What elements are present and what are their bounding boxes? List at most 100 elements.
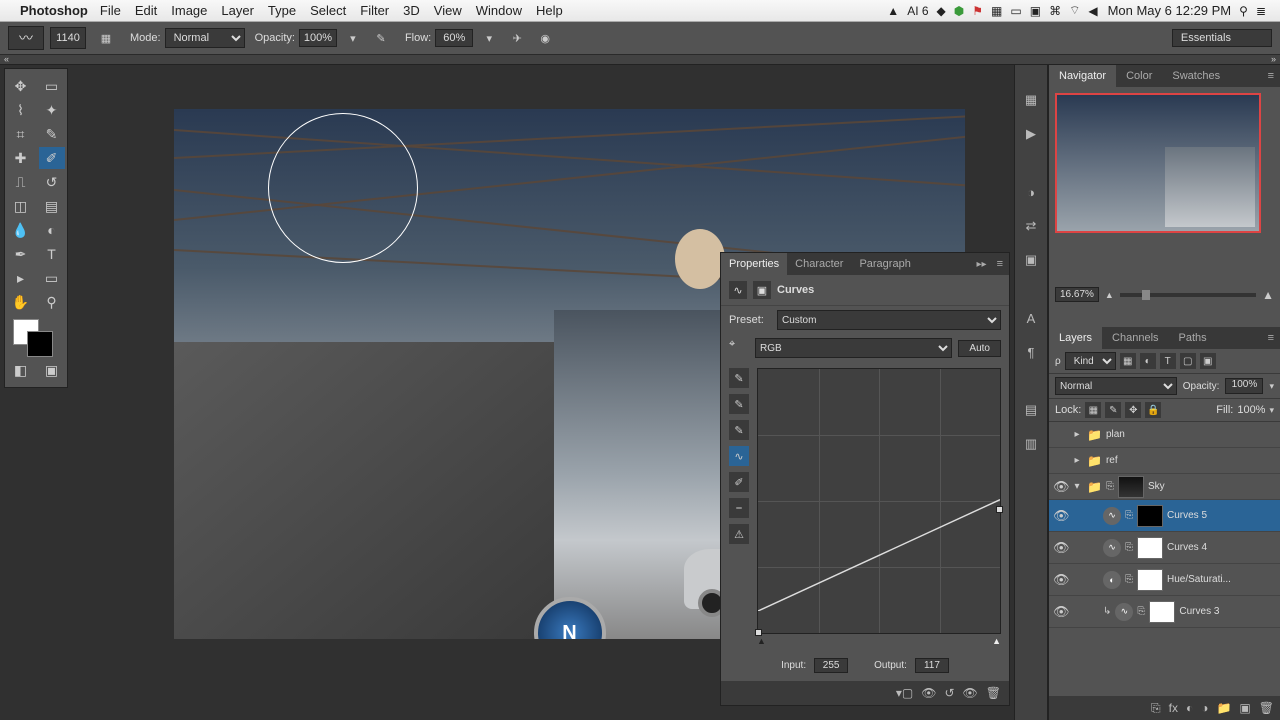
- paragraph-panel-icon[interactable]: ¶: [1020, 341, 1042, 363]
- magic-wand-tool-icon[interactable]: ✦: [39, 99, 65, 121]
- volume-icon[interactable]: ◀: [1088, 4, 1097, 18]
- opacity-chevron-icon[interactable]: ▾: [1269, 381, 1274, 392]
- curve-pencil-tool-icon[interactable]: ✐: [729, 472, 749, 492]
- adjustment-icon[interactable]: ◑: [1201, 701, 1208, 715]
- bluetooth-icon[interactable]: ⌘: [1049, 4, 1061, 18]
- quickmask-icon[interactable]: ◧: [8, 359, 34, 381]
- eraser-tool-icon[interactable]: ◫: [8, 195, 34, 217]
- mask-thumbnail[interactable]: [1118, 476, 1144, 498]
- layer-row-huesat[interactable]: 👁 ◐ ⎘ Hue/Saturati...: [1049, 564, 1280, 596]
- brush-size-field[interactable]: 1140: [50, 27, 86, 49]
- clock[interactable]: Mon May 6 12:29 PM: [1108, 3, 1232, 18]
- collapse-right-icon[interactable]: »: [1271, 54, 1276, 64]
- curves-options-icon[interactable]: ⚠: [729, 524, 749, 544]
- notes-panel-icon[interactable]: ▥: [1020, 433, 1042, 455]
- filter-shape-icon[interactable]: ▢: [1180, 353, 1196, 369]
- disclosure-right-icon[interactable]: ▸: [1071, 429, 1083, 440]
- white-slider-icon[interactable]: ▲: [992, 636, 1001, 646]
- styles-panel-icon[interactable]: ⇄: [1020, 215, 1042, 237]
- tablet-icon[interactable]: ▣: [1030, 4, 1041, 18]
- menu-type[interactable]: Type: [268, 3, 296, 18]
- zoom-in-icon[interactable]: ▲: [1262, 288, 1274, 302]
- black-slider-icon[interactable]: ▲: [757, 636, 766, 646]
- disclosure-down-icon[interactable]: ▾: [1071, 481, 1083, 492]
- adjustments-panel-icon[interactable]: ◑: [1020, 181, 1042, 203]
- toggle-visibility-icon[interactable]: 👁: [963, 686, 978, 700]
- menu-window[interactable]: Window: [476, 3, 522, 18]
- opacity-dropdown-icon[interactable]: ▾: [342, 27, 364, 49]
- masks-panel-icon[interactable]: ▣: [1020, 249, 1042, 271]
- tool-preset-picker[interactable]: 〰: [8, 26, 44, 50]
- layer-row-plan[interactable]: ▸ 📁 plan: [1049, 422, 1280, 448]
- menu-image[interactable]: Image: [171, 3, 207, 18]
- tab-channels[interactable]: Channels: [1102, 327, 1168, 349]
- zoom-slider[interactable]: [1120, 293, 1256, 297]
- dodge-tool-icon[interactable]: ◐: [39, 219, 65, 241]
- pen-tool-icon[interactable]: ✒: [8, 243, 34, 265]
- mask-icon[interactable]: ◐: [1186, 701, 1193, 715]
- curve-point-highlight[interactable]: [996, 506, 1003, 513]
- airbrush-icon[interactable]: ✈: [506, 27, 528, 49]
- layer-name[interactable]: Curves 3: [1179, 606, 1276, 617]
- drive-icon[interactable]: ◆: [937, 4, 946, 18]
- tab-paragraph[interactable]: Paragraph: [851, 253, 918, 275]
- shape-tool-icon[interactable]: ▭: [39, 267, 65, 289]
- link-icon[interactable]: ⎘: [1125, 542, 1133, 553]
- layer-row-curves3[interactable]: 👁 ↳ ∿ ⎘ Curves 3: [1049, 596, 1280, 628]
- filter-type-icon[interactable]: T: [1160, 353, 1176, 369]
- path-select-tool-icon[interactable]: ▸: [8, 267, 34, 289]
- brush-panel-toggle-icon[interactable]: ▦: [95, 27, 117, 49]
- menu-view[interactable]: View: [434, 3, 462, 18]
- pressure-size-icon[interactable]: ◉: [534, 27, 556, 49]
- visibility-eye-icon[interactable]: 👁: [1053, 572, 1067, 588]
- tab-character[interactable]: Character: [787, 253, 851, 275]
- tab-paths[interactable]: Paths: [1169, 327, 1217, 349]
- list-icon[interactable]: ≣: [1256, 4, 1266, 18]
- collapse-panel-icon[interactable]: ▸▸: [973, 259, 991, 270]
- fx-icon[interactable]: fx: [1169, 701, 1178, 715]
- tab-swatches[interactable]: Swatches: [1162, 65, 1230, 87]
- mask-thumbnail[interactable]: [1137, 505, 1163, 527]
- color-swatches[interactable]: [11, 319, 61, 357]
- history-panel-icon[interactable]: ▦: [1020, 89, 1042, 111]
- spotlight-icon[interactable]: ⚲: [1239, 4, 1248, 18]
- channel-target-icon[interactable]: ⌖: [729, 338, 749, 358]
- lock-position-icon[interactable]: ✥: [1125, 402, 1141, 418]
- zoom-out-icon[interactable]: ▲: [1105, 290, 1114, 300]
- fill-value[interactable]: 100%: [1237, 404, 1265, 416]
- crop-tool-icon[interactable]: ⌗: [8, 123, 34, 145]
- adobe-bridge-icon[interactable]: ▲: [887, 4, 899, 18]
- sync-icon[interactable]: ⬢: [954, 4, 964, 18]
- curves-graph[interactable]: [757, 368, 1001, 634]
- layer-row-ref[interactable]: ▸ 📁 ref: [1049, 448, 1280, 474]
- background-color[interactable]: [27, 331, 53, 357]
- visibility-eye-icon[interactable]: 👁: [1053, 508, 1067, 524]
- gradient-tool-icon[interactable]: ▤: [39, 195, 65, 217]
- eyedropper-black-icon[interactable]: ✎: [729, 368, 749, 388]
- trash-icon[interactable]: 🗑: [986, 686, 1001, 700]
- mask-thumbnail[interactable]: [1137, 537, 1163, 559]
- input-value[interactable]: 255: [814, 658, 848, 673]
- layer-row-curves4[interactable]: 👁 ∿ ⎘ Curves 4: [1049, 532, 1280, 564]
- smooth-curve-icon[interactable]: ⎯: [729, 498, 749, 518]
- filter-pixel-icon[interactable]: ▦: [1120, 353, 1136, 369]
- menu-select[interactable]: Select: [310, 3, 346, 18]
- layer-row-curves5[interactable]: 👁 ∿ ⎘ Curves 5: [1049, 500, 1280, 532]
- layer-name[interactable]: Sky: [1148, 481, 1276, 492]
- stamp-tool-icon[interactable]: ⎍: [8, 171, 34, 193]
- navigator-thumbnail[interactable]: [1055, 93, 1261, 233]
- disclosure-right-icon[interactable]: ▸: [1071, 455, 1083, 466]
- new-layer-icon[interactable]: ▣: [1239, 701, 1250, 715]
- output-value[interactable]: 117: [915, 658, 949, 673]
- lock-all-icon[interactable]: 🔒: [1145, 402, 1161, 418]
- link-layers-icon[interactable]: ⎘: [1151, 701, 1161, 716]
- preset-select[interactable]: Custom: [777, 310, 1001, 330]
- curve-point-shadow[interactable]: [755, 629, 762, 636]
- move-tool-icon[interactable]: ✥: [8, 75, 34, 97]
- flow-field[interactable]: 60%: [435, 29, 473, 47]
- tab-color[interactable]: Color: [1116, 65, 1162, 87]
- healing-tool-icon[interactable]: ✚: [8, 147, 34, 169]
- clip-to-layer-icon[interactable]: ▾▢: [896, 686, 913, 700]
- menu-file[interactable]: File: [100, 3, 121, 18]
- trash-icon[interactable]: 🗑: [1259, 701, 1274, 715]
